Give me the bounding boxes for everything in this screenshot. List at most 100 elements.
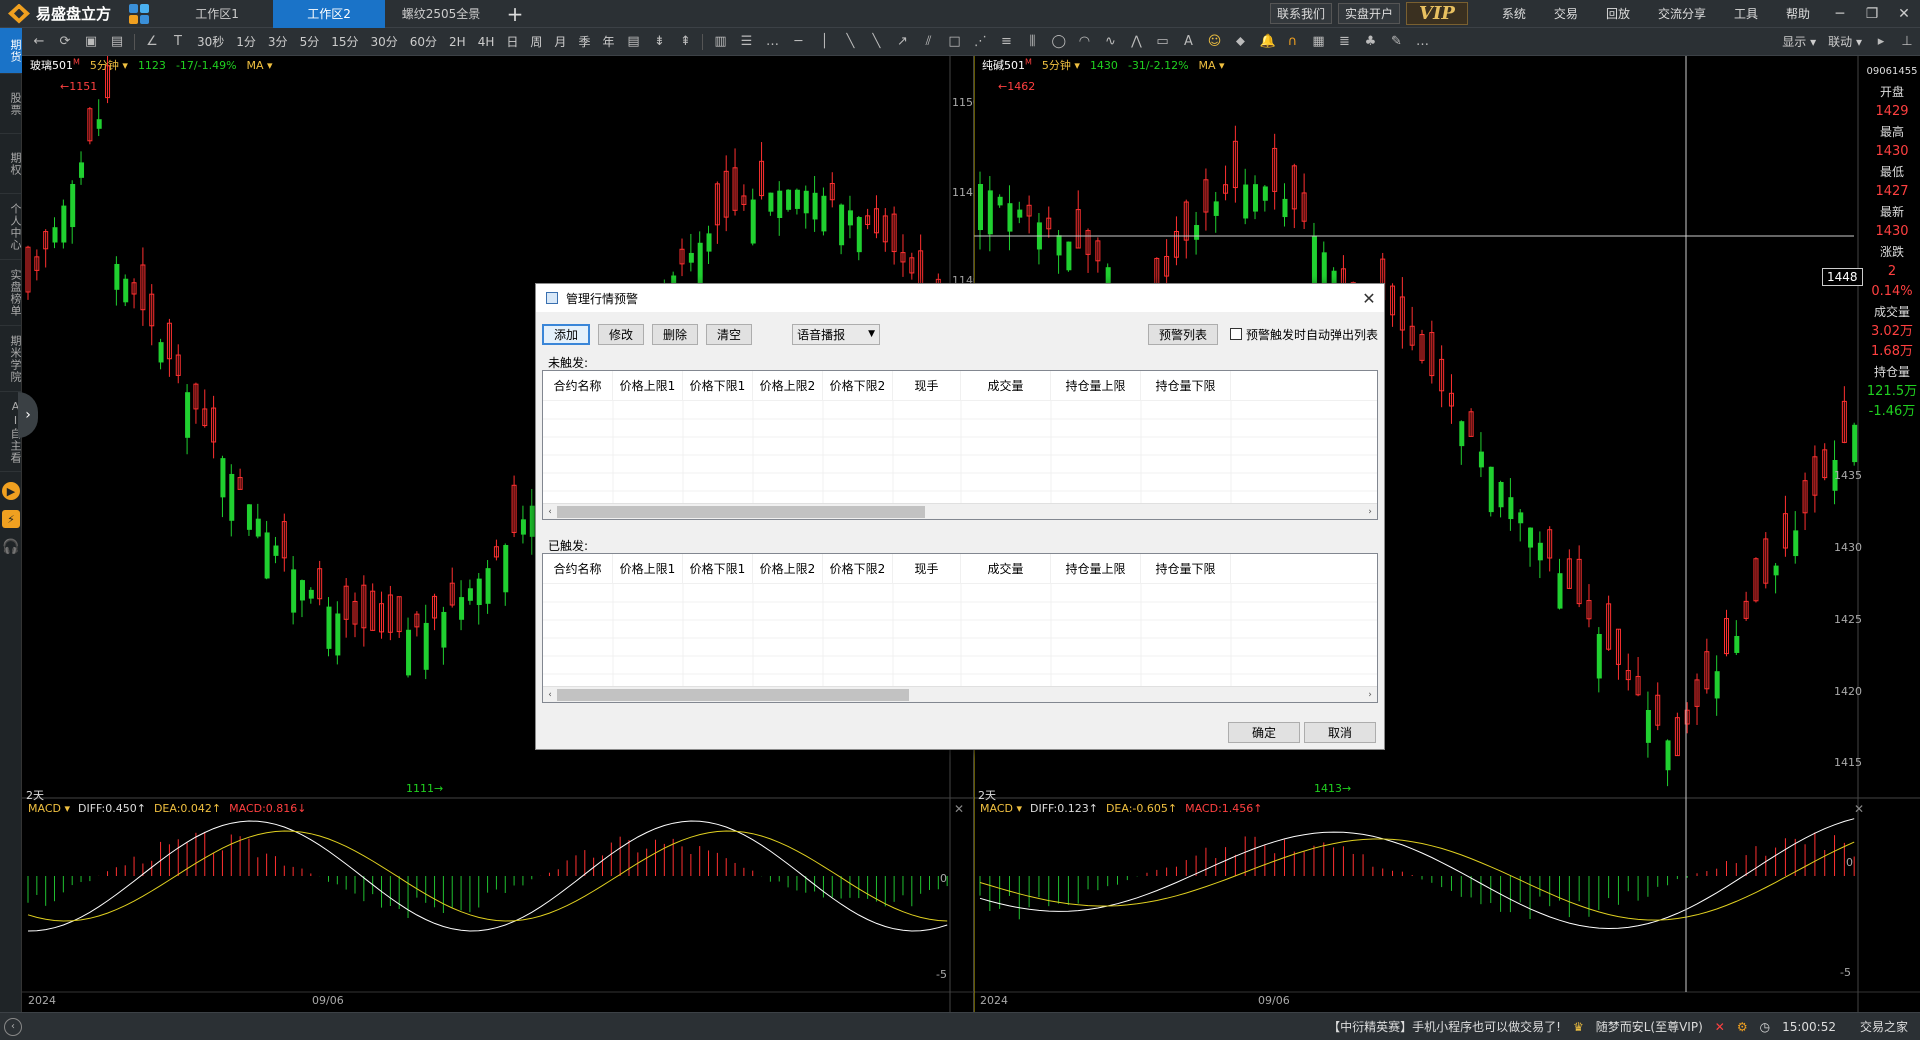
rectangle-icon[interactable]: □ xyxy=(947,34,961,49)
disconnect-icon[interactable]: ✕ xyxy=(1715,1020,1725,1034)
alert-list-button[interactable]: 预警列表 xyxy=(1147,323,1218,345)
col-price-lower-1[interactable]: 价格下限1 xyxy=(683,371,753,400)
auto-popup-checkbox[interactable] xyxy=(1229,328,1242,340)
wave-icon[interactable]: ∿ xyxy=(1103,34,1117,49)
triggered-table[interactable]: 合约名称 价格上限1 价格下限1 价格上限2 价格下限2 现手 成交量 持仓量上… xyxy=(542,553,1378,703)
period-60m[interactable]: 60分 xyxy=(410,33,437,50)
arc-icon[interactable]: ◠ xyxy=(1077,34,1091,49)
scroll-thumb[interactable] xyxy=(557,506,925,518)
zoom-in-icon[interactable]: ⇟ xyxy=(652,34,666,49)
period-month[interactable]: 月 xyxy=(554,33,566,50)
text-icon[interactable]: T xyxy=(171,34,185,49)
voice-mode-select[interactable]: 语音播报 ▼ xyxy=(792,323,881,345)
period-15m[interactable]: 15分 xyxy=(331,33,358,50)
col-price-lower-1[interactable]: 价格下限1 xyxy=(683,554,753,583)
nav-ranking[interactable]: 实盘榜单 xyxy=(0,260,22,326)
cycle-icon[interactable]: ◯ xyxy=(1051,34,1066,49)
ok-button[interactable]: 确定 xyxy=(1228,722,1300,743)
layers-icon[interactable]: ≣ xyxy=(1337,34,1351,49)
play-icon[interactable]: ▶ xyxy=(2,482,20,500)
menu-system[interactable]: 系统 xyxy=(1502,5,1526,22)
split-horizontal-icon[interactable]: ☰ xyxy=(739,34,753,49)
menu-replay[interactable]: 回放 xyxy=(1606,5,1630,22)
trendline-icon[interactable]: ╲ xyxy=(843,34,857,49)
fib-time-icon[interactable]: ⫼ xyxy=(1025,34,1039,49)
arrow-line-icon[interactable]: ↗ xyxy=(895,34,909,49)
col-price-upper-1[interactable]: 价格上限1 xyxy=(613,554,683,583)
menu-help[interactable]: 帮助 xyxy=(1786,5,1810,22)
panel-toggle-icon[interactable]: ▸ xyxy=(1874,34,1888,49)
save-icon[interactable]: ▣ xyxy=(84,34,98,49)
scroll-thumb[interactable] xyxy=(557,689,909,701)
col-price-lower-2[interactable]: 价格下限2 xyxy=(823,554,893,583)
nav-options[interactable]: 期权 xyxy=(0,134,22,194)
line-chart-icon[interactable]: ∠ xyxy=(145,34,159,49)
channel-icon[interactable]: ⫽ xyxy=(921,34,935,49)
restore-icon[interactable]: ❐ xyxy=(1856,6,1888,22)
untriggered-table[interactable]: 合约名称 价格上限1 价格下限1 价格上限2 价格下限2 现手 成交量 持仓量上… xyxy=(542,370,1378,520)
nav-stocks[interactable]: 股票 xyxy=(0,74,22,134)
cancel-button[interactable]: 取消 xyxy=(1304,722,1376,743)
contact-button[interactable]: 联系我们 xyxy=(1269,3,1332,24)
pin-icon[interactable]: ⊥ xyxy=(1900,34,1914,49)
scroll-right-icon[interactable]: › xyxy=(1363,504,1377,519)
col-contract[interactable]: 合约名称 xyxy=(543,371,613,400)
left-macd-name[interactable]: MACD ▾ xyxy=(28,802,70,815)
magnet-icon[interactable]: ∩ xyxy=(1285,34,1299,49)
modify-button[interactable]: 修改 xyxy=(598,323,645,345)
triggered-hscrollbar[interactable]: ‹ › xyxy=(543,686,1377,702)
hline-icon[interactable]: ─ xyxy=(791,34,805,49)
add-tab-icon[interactable]: + xyxy=(497,0,533,28)
col-oi-lower[interactable]: 持仓量下限 xyxy=(1141,371,1231,400)
right-period[interactable]: 5分钟 ▾ xyxy=(1042,57,1080,73)
dialog-close-icon[interactable]: ✕ xyxy=(1354,289,1384,308)
nav-futures[interactable]: 期货 xyxy=(0,28,22,74)
right-symbol[interactable]: 纯碱501M xyxy=(982,57,1032,73)
bell-icon[interactable]: 🔔 xyxy=(1259,34,1275,49)
gann-icon[interactable]: ⋰ xyxy=(973,34,987,49)
zoom-out-icon[interactable]: ⇞ xyxy=(678,34,692,49)
col-oi-lower[interactable]: 持仓量下限 xyxy=(1141,554,1231,583)
col-oi-upper[interactable]: 持仓量上限 xyxy=(1051,554,1141,583)
link-dropdown[interactable]: 联动 ▾ xyxy=(1828,33,1862,50)
col-volume[interactable]: 成交量 xyxy=(961,371,1051,400)
right-macd-name[interactable]: MACD ▾ xyxy=(980,802,1022,815)
menu-trade[interactable]: 交易 xyxy=(1554,5,1578,22)
tab-workspace-1[interactable]: 工作区1 xyxy=(161,0,273,28)
col-price-upper-2[interactable]: 价格上限2 xyxy=(753,371,823,400)
left-ma-indicator[interactable]: MA ▾ xyxy=(247,59,273,72)
right-macd-close-icon[interactable]: ✕ xyxy=(1854,802,1864,816)
period-5m[interactable]: 5分 xyxy=(300,33,320,50)
open-account-button[interactable]: 实盘开户 xyxy=(1337,3,1400,24)
apps-grid-icon[interactable] xyxy=(129,3,150,24)
calculator-icon[interactable]: ▦ xyxy=(1311,34,1325,49)
col-price-upper-2[interactable]: 价格上限2 xyxy=(753,554,823,583)
period-3m[interactable]: 3分 xyxy=(268,33,288,50)
col-price-lower-2[interactable]: 价格下限2 xyxy=(823,371,893,400)
refresh-icon[interactable]: ⟳ xyxy=(58,34,72,49)
community-icon[interactable]: ♣ xyxy=(1363,34,1377,49)
more-icon[interactable]: … xyxy=(765,34,779,49)
period-day[interactable]: 日 xyxy=(506,33,518,50)
left-macd-close-icon[interactable]: ✕ xyxy=(954,802,964,816)
vip-badge[interactable]: VIP xyxy=(1405,2,1468,25)
open-folder-icon[interactable]: ▤ xyxy=(110,34,124,49)
menu-share[interactable]: 交流分享 xyxy=(1658,5,1706,22)
ray-icon[interactable]: ╲ xyxy=(869,34,883,49)
vline-icon[interactable]: │ xyxy=(817,34,831,49)
trade-home-link[interactable]: 交易之家 xyxy=(1860,1018,1908,1035)
period-quarter[interactable]: 季 xyxy=(578,33,590,50)
nav-personal-center[interactable]: 个人中心 xyxy=(0,194,22,260)
nav-academy[interactable]: 期米学院 xyxy=(0,326,22,392)
period-4h[interactable]: 4H xyxy=(478,35,495,49)
col-volume[interactable]: 成交量 xyxy=(961,554,1051,583)
emoji-icon[interactable]: ☺ xyxy=(1207,34,1222,49)
col-contract[interactable]: 合约名称 xyxy=(543,554,613,583)
col-oi-upper[interactable]: 持仓量上限 xyxy=(1051,371,1141,400)
scroll-left-icon[interactable]: ‹ xyxy=(543,687,557,702)
split-vertical-icon[interactable]: ▥ xyxy=(713,34,727,49)
eraser-icon[interactable]: ⬥ xyxy=(1233,34,1247,49)
period-1m[interactable]: 1分 xyxy=(236,33,256,50)
right-ma-indicator[interactable]: MA ▾ xyxy=(1199,59,1225,72)
back-icon[interactable]: ← xyxy=(32,34,46,49)
